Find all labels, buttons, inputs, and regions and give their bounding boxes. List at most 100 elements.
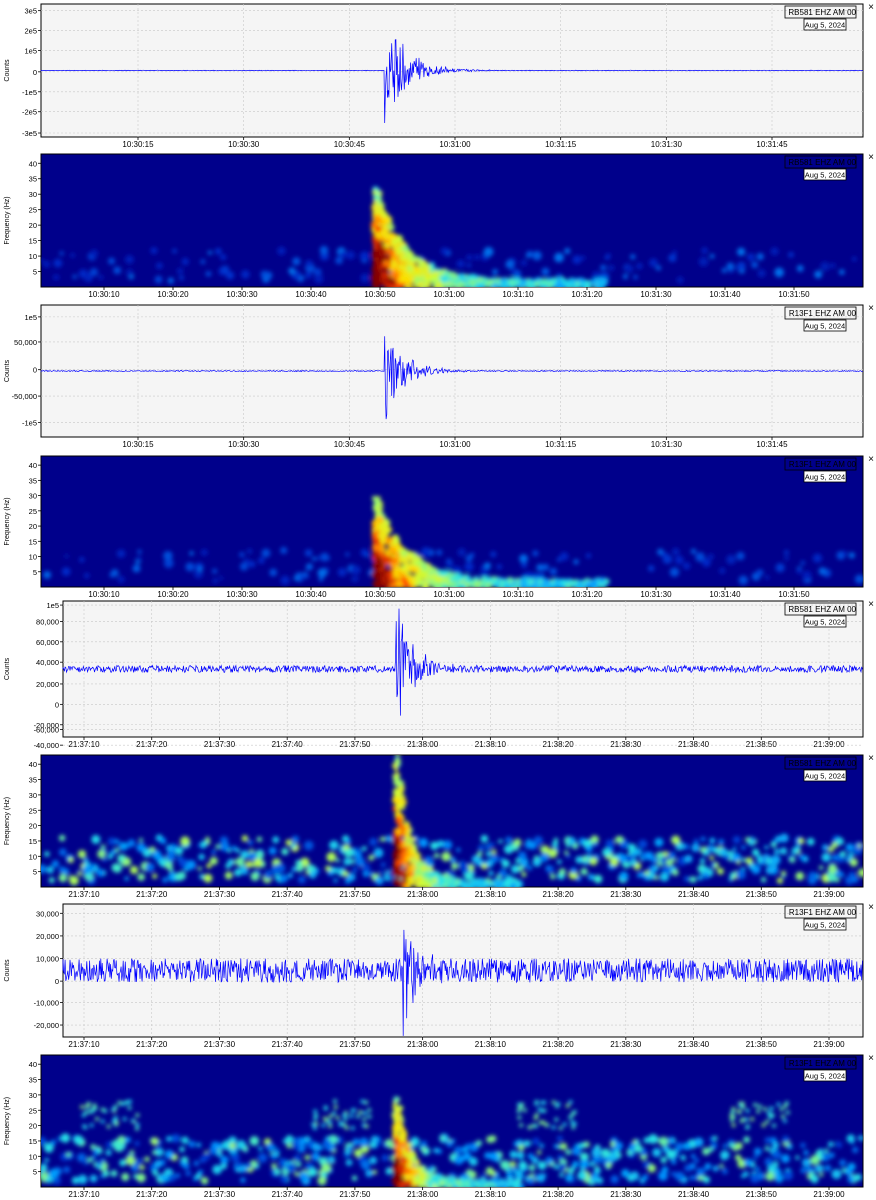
y-axis-label: Frequency (Hz) — [4, 1097, 11, 1145]
x-tick-label: 21:37:40 — [272, 890, 304, 899]
y-tick-label: 30 — [29, 190, 37, 199]
x-tick-label: 10:31:40 — [709, 290, 741, 299]
close-panel-button[interactable]: × — [868, 902, 874, 913]
close-panel-button[interactable]: × — [868, 753, 874, 764]
x-tick-label: 21:37:30 — [204, 1040, 236, 1049]
x-tick-label: 21:38:30 — [610, 1040, 642, 1049]
x-tick-label: 21:37:10 — [68, 740, 100, 749]
y-tick-label: -3e5 — [22, 129, 37, 138]
x-tick-label: 10:31:00 — [439, 440, 471, 449]
y-tick-label: 40 — [29, 159, 37, 168]
x-tick-label: 10:30:20 — [157, 590, 189, 599]
panel-2-spectrogram: Frequency (Hz) 10:30:10 10:30:20 10:30:30 10… — [4, 152, 874, 299]
y-tick-label: 35 — [29, 476, 37, 485]
x-tick-label: 10:30:20 — [157, 290, 189, 299]
x-tick-label: 10:30:50 — [364, 290, 396, 299]
x-tick-label: 10:30:30 — [228, 440, 260, 449]
y-tick-label: 15 — [29, 237, 37, 246]
x-tick-label: 10:30:45 — [334, 440, 366, 449]
x-tick-label: 10:31:45 — [756, 140, 788, 149]
y-tick-label: 30 — [29, 1091, 37, 1100]
x-tick-label: 10:31:30 — [651, 140, 683, 149]
x-tick-label: 21:39:00 — [813, 1190, 845, 1199]
close-panel-button[interactable]: × — [868, 303, 874, 314]
y-axis-label: Frequency (Hz) — [4, 797, 11, 845]
legend-station: RB581 EHZ AM 00 — [788, 759, 856, 768]
close-panel-button[interactable]: × — [868, 2, 874, 13]
close-panel-button[interactable]: × — [868, 1053, 874, 1064]
y-tick-label: -1e5 — [22, 88, 37, 97]
y-tick-label: 30 — [29, 492, 37, 501]
y-tick-label: 25 — [29, 1106, 37, 1115]
y-tick-label: 5 — [33, 268, 37, 277]
y-tick-label: 0 — [55, 700, 59, 709]
y-tick-label: 80,000 — [36, 617, 59, 626]
x-tick-label: 21:38:40 — [678, 1040, 710, 1049]
y-tick-label: 35 — [29, 1076, 37, 1085]
y-tick-label: 1e5 — [24, 47, 37, 56]
x-tick-label: 10:30:10 — [88, 590, 120, 599]
seismogram-stack: Counts 10:30:15 10:30:30 10:30:45 10:31:00 10… — [4, 2, 874, 1199]
panel-4-spectrogram: Frequency (Hz) 10:30:10 10:30:20 10:30:30 10… — [4, 454, 874, 599]
y-tick-label: 1e5 — [46, 601, 59, 610]
y-tick-label: 40 — [29, 461, 37, 470]
y-tick-label: -10,000 — [34, 998, 59, 1007]
y-tick-label: 15 — [29, 537, 37, 546]
x-tick-label: 10:31:50 — [778, 590, 810, 599]
x-tick-label: 21:37:50 — [339, 1190, 371, 1199]
close-panel-button[interactable]: × — [868, 152, 874, 163]
legend-station: R13F1 EHZ AM 00 — [789, 1059, 857, 1068]
x-tick-label: 10:30:15 — [122, 440, 154, 449]
y-tick-label: -60,000 — [34, 725, 59, 734]
x-tick-label: 21:38:00 — [407, 1040, 439, 1049]
x-tick-label: 10:30:40 — [295, 290, 327, 299]
legend-date: Aug 5, 2024 — [805, 322, 845, 331]
x-tick-label: 10:31:10 — [502, 290, 534, 299]
x-tick-label: 21:38:50 — [746, 890, 778, 899]
y-tick-label: 10 — [29, 252, 37, 261]
legend-station: RB581 EHZ AM 00 — [788, 8, 856, 17]
y-axis-label: Counts — [4, 59, 11, 82]
x-tick-label: 21:38:10 — [475, 740, 507, 749]
y-tick-label: 0 — [33, 366, 37, 375]
y-tick-label: -1e5 — [22, 418, 37, 427]
x-tick-label: 21:38:40 — [678, 890, 710, 899]
x-tick-label: 10:31:40 — [709, 590, 741, 599]
x-tick-label: 21:37:50 — [339, 740, 371, 749]
y-tick-label: 50,000 — [14, 338, 37, 347]
y-tick-label: 15 — [29, 1137, 37, 1146]
x-tick-label: 21:37:40 — [272, 1040, 304, 1049]
x-tick-label: 21:37:10 — [68, 1190, 100, 1199]
x-tick-label: 21:38:10 — [475, 890, 507, 899]
panel-1-waveform: Counts 10:30:15 10:30:30 10:30:45 10:31:00 10… — [4, 2, 874, 149]
close-panel-button[interactable]: × — [868, 599, 874, 610]
y-tick-label: 20 — [29, 522, 37, 531]
legend-station: R13F1 EHZ AM 00 — [789, 908, 857, 917]
y-tick-label: 20,000 — [36, 932, 59, 941]
panel-3-waveform: Counts 10:30:15 10:30:30 10:30:45 10:31:00 10… — [4, 303, 874, 449]
y-tick-label: 60,000 — [36, 638, 59, 647]
x-tick-label: 21:38:30 — [610, 890, 642, 899]
close-panel-button[interactable]: × — [868, 454, 874, 465]
y-tick-label: 30,000 — [36, 909, 59, 918]
panel-8-spectrogram: Frequency (Hz) 21:37:10 21:37:20 21:37:30 21… — [4, 1053, 874, 1199]
y-axis-label: Counts — [4, 657, 11, 680]
y-tick-label: -40,000 — [34, 741, 59, 750]
y-tick-label: 20,000 — [36, 680, 59, 689]
y-tick-label: 10 — [29, 553, 37, 562]
y-axis-label: Frequency (Hz) — [4, 497, 11, 545]
x-tick-label: 10:31:10 — [502, 590, 534, 599]
x-tick-label: 10:31:30 — [640, 590, 672, 599]
x-tick-label: 21:37:40 — [272, 740, 304, 749]
legend-date: Aug 5, 2024 — [805, 473, 845, 482]
x-tick-label: 21:37:40 — [272, 1190, 304, 1199]
x-tick-label: 10:30:30 — [228, 140, 260, 149]
legend-date: Aug 5, 2024 — [805, 171, 845, 180]
x-tick-label: 21:38:00 — [407, 1190, 439, 1199]
y-tick-label: 25 — [29, 206, 37, 215]
y-tick-label: 35 — [29, 776, 37, 785]
x-tick-label: 21:37:30 — [204, 890, 236, 899]
x-tick-label: 21:39:00 — [813, 1040, 845, 1049]
x-tick-label: 10:30:40 — [295, 590, 327, 599]
y-tick-label: 25 — [29, 507, 37, 516]
